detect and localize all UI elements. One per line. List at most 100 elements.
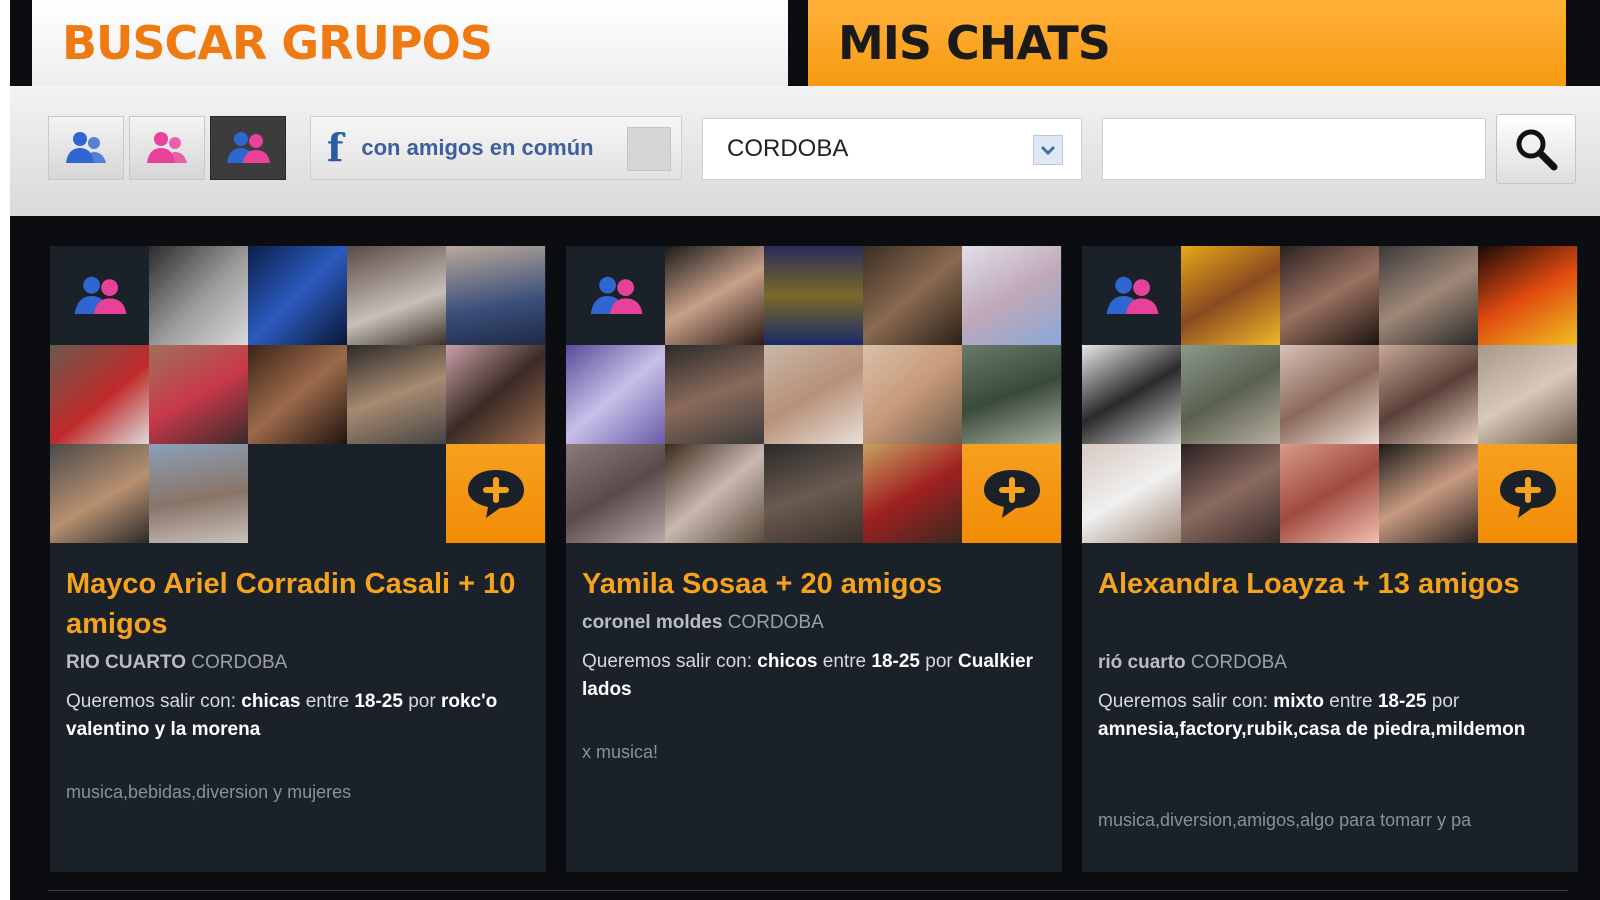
- join-chat-button[interactable]: [446, 444, 545, 543]
- pref-ages: 18-25: [1377, 691, 1427, 712]
- pref-between: entre: [822, 651, 867, 672]
- member-photo[interactable]: [863, 246, 962, 345]
- member-photo[interactable]: [1379, 246, 1478, 345]
- member-photo[interactable]: [149, 444, 248, 543]
- search-icon: [1516, 129, 1558, 171]
- tab-buscar-grupos[interactable]: BUSCAR GRUPOS: [32, 0, 788, 86]
- search-button[interactable]: [1496, 114, 1576, 184]
- friends-filter-label: con amigos en común: [361, 135, 594, 160]
- filter-bar: f con amigos en común CORDOBA: [10, 86, 1600, 216]
- pref-between: entre: [1329, 691, 1373, 712]
- pref-by: por: [1431, 691, 1460, 712]
- member-photo[interactable]: [149, 345, 248, 444]
- member-photo[interactable]: [1082, 444, 1181, 543]
- member-photo[interactable]: [1280, 444, 1379, 543]
- group-title[interactable]: Yamila Sosaa + 20 amigos: [582, 564, 1042, 604]
- mixed-group-icon: [50, 246, 149, 345]
- pref-by: por: [408, 691, 436, 712]
- member-photo[interactable]: [446, 345, 545, 444]
- pref-prefix: Queremos salir con:: [66, 691, 237, 712]
- member-photo[interactable]: [665, 345, 764, 444]
- member-photo[interactable]: [347, 345, 446, 444]
- group-tags: musica,diversion,amigos,algo para tomarr…: [1098, 810, 1472, 830]
- search-input[interactable]: [1102, 118, 1486, 180]
- friends-filter-checkbox[interactable]: [627, 127, 671, 171]
- tab-mis-chats[interactable]: MIS CHATS: [808, 0, 1566, 86]
- add-chat-icon: [1499, 469, 1556, 518]
- group-preferences: Queremos salir con: chicos entre 18-25 p…: [582, 648, 1042, 704]
- member-photo[interactable]: [665, 444, 764, 543]
- tab-buscar-label: BUSCAR GRUPOS: [62, 16, 493, 70]
- bottom-divider: [48, 890, 1568, 891]
- add-chat-icon: [467, 469, 524, 518]
- group-city: RIO CUARTO: [66, 652, 186, 673]
- city-select-value: CORDOBA: [727, 135, 849, 162]
- member-photo[interactable]: [1181, 444, 1280, 543]
- member-photo[interactable]: [863, 345, 962, 444]
- member-photo[interactable]: [1280, 246, 1379, 345]
- pref-ages: 18-25: [871, 651, 920, 672]
- group-preferences: Queremos salir con: mixto entre 18-25 po…: [1098, 688, 1558, 744]
- mixed-group-icon: [566, 246, 665, 345]
- member-photo-grid: [566, 246, 1062, 543]
- member-photo-grid: [1082, 246, 1578, 543]
- pref-with: chicas: [241, 691, 301, 712]
- member-photo[interactable]: [566, 345, 665, 444]
- member-photo[interactable]: [962, 345, 1061, 444]
- male-group-icon: [66, 132, 106, 163]
- tab-chats-label: MIS CHATS: [838, 16, 1111, 70]
- member-photo[interactable]: [1379, 444, 1478, 543]
- member-photo[interactable]: [1280, 345, 1379, 444]
- group-city: rió cuarto: [1098, 652, 1186, 673]
- member-photo[interactable]: [764, 444, 863, 543]
- member-photo[interactable]: [1478, 345, 1577, 444]
- group-title[interactable]: Mayco Ariel Corradin Casali + 10 amigos: [66, 564, 526, 644]
- pref-with: mixto: [1273, 691, 1324, 712]
- group-city: coronel moldes: [582, 612, 723, 633]
- filter-female-button[interactable]: [129, 116, 205, 180]
- member-photo[interactable]: [50, 345, 149, 444]
- city-select[interactable]: CORDOBA: [702, 118, 1082, 180]
- member-photo-grid: [50, 246, 546, 543]
- pref-ages: 18-25: [354, 691, 403, 712]
- group-location: RIO CUARTO CORDOBA: [66, 652, 287, 674]
- member-photo[interactable]: [1181, 345, 1280, 444]
- facebook-icon: f: [327, 125, 344, 170]
- member-photo[interactable]: [566, 444, 665, 543]
- pref-between: entre: [305, 691, 350, 712]
- group-tags: musica,bebidas,diversion y mujeres: [66, 782, 352, 802]
- facebook-friends-filter[interactable]: f con amigos en común: [310, 116, 682, 180]
- member-photo[interactable]: [1181, 246, 1280, 345]
- member-photo[interactable]: [764, 246, 863, 345]
- member-photo[interactable]: [50, 444, 149, 543]
- group-location: rió cuarto CORDOBA: [1098, 652, 1287, 674]
- group-card[interactable]: Alexandra Loayza + 13 amigos rió cuarto …: [1082, 246, 1578, 872]
- member-photo[interactable]: [962, 246, 1061, 345]
- member-photo[interactable]: [1379, 345, 1478, 444]
- member-photo[interactable]: [248, 345, 347, 444]
- filter-mixed-button[interactable]: [210, 116, 286, 180]
- join-chat-button[interactable]: [962, 444, 1061, 543]
- group-province: CORDOBA: [1190, 652, 1287, 673]
- group-province: CORDOBA: [191, 652, 288, 673]
- chevron-down-icon[interactable]: [1033, 135, 1063, 165]
- group-card[interactable]: Yamila Sosaa + 20 amigos coronel moldes …: [566, 246, 1062, 872]
- mixed-group-icon: [227, 132, 270, 163]
- member-photo[interactable]: [149, 246, 248, 345]
- mixed-group-icon: [1082, 246, 1181, 345]
- group-title[interactable]: Alexandra Loayza + 13 amigos: [1098, 564, 1558, 604]
- pref-prefix: Queremos salir con:: [1098, 691, 1269, 712]
- join-chat-button[interactable]: [1478, 444, 1577, 543]
- member-photo[interactable]: [665, 246, 764, 345]
- filter-male-button[interactable]: [48, 116, 124, 180]
- group-preferences: Queremos salir con: chicas entre 18-25 p…: [66, 688, 526, 744]
- member-photo[interactable]: [764, 345, 863, 444]
- member-photo[interactable]: [248, 246, 347, 345]
- member-photo[interactable]: [347, 246, 446, 345]
- member-photo[interactable]: [863, 444, 962, 543]
- member-photo[interactable]: [1478, 246, 1577, 345]
- group-card[interactable]: Mayco Ariel Corradin Casali + 10 amigos …: [50, 246, 546, 872]
- member-photo[interactable]: [1082, 345, 1181, 444]
- member-photo[interactable]: [446, 246, 545, 345]
- pref-prefix: Queremos salir con:: [582, 651, 753, 672]
